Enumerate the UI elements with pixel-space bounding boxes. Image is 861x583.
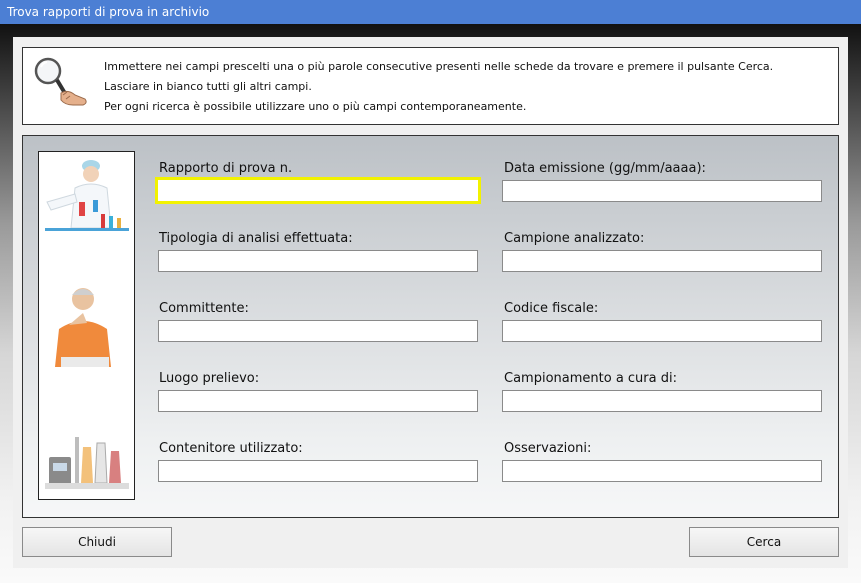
osservazioni-input[interactable] xyxy=(502,460,822,482)
instructions-box: Immettere nei campi prescelti una o più … xyxy=(22,47,839,125)
instruction-line: Lasciare in bianco tutti gli altri campi… xyxy=(104,80,312,93)
close-button[interactable]: Chiudi xyxy=(22,527,172,557)
lab-technician-image xyxy=(45,160,129,231)
magnifier-icon xyxy=(34,57,87,106)
lab-equipment-image xyxy=(45,437,129,489)
rapporto-prova-input[interactable] xyxy=(155,177,481,204)
contenitore-input[interactable] xyxy=(158,460,478,482)
instruction-line: Immettere nei campi prescelti una o più … xyxy=(104,60,774,73)
label-data-emissione: Data emissione (gg/mm/aaaa): xyxy=(504,161,706,176)
tipologia-analisi-input[interactable] xyxy=(158,250,478,272)
label-campione-analizzato: Campione analizzato: xyxy=(504,231,645,246)
window-title: Trova rapporti di prova in archivio xyxy=(7,5,210,19)
instructions-text: Immettere nei campi prescelti una o più … xyxy=(104,57,773,117)
campionamento-input[interactable] xyxy=(502,390,822,412)
instruction-line: Per ogni ricerca è possibile utilizzare … xyxy=(104,100,527,113)
label-codice-fiscale: Codice fiscale: xyxy=(504,301,599,316)
campione-analizzato-input[interactable] xyxy=(502,250,822,272)
side-image-panel xyxy=(38,151,135,500)
data-emissione-input[interactable] xyxy=(502,180,822,202)
client-man-image xyxy=(55,288,111,367)
codice-fiscale-input[interactable] xyxy=(502,320,822,342)
committente-input[interactable] xyxy=(158,320,478,342)
window-titlebar: Trova rapporti di prova in archivio xyxy=(0,0,861,24)
label-rapporto-prova: Rapporto di prova n. xyxy=(159,161,293,176)
label-committente: Committente: xyxy=(159,301,249,316)
label-contenitore: Contenitore utilizzato: xyxy=(159,441,303,456)
label-campionamento: Campionamento a cura di: xyxy=(504,371,677,386)
label-luogo-prelievo: Luogo prelievo: xyxy=(159,371,260,386)
search-button[interactable]: Cerca xyxy=(689,527,839,557)
label-osservazioni: Osservazioni: xyxy=(504,441,592,456)
luogo-prelievo-input[interactable] xyxy=(158,390,478,412)
label-tipologia-analisi: Tipologia di analisi effettuata: xyxy=(159,231,353,246)
